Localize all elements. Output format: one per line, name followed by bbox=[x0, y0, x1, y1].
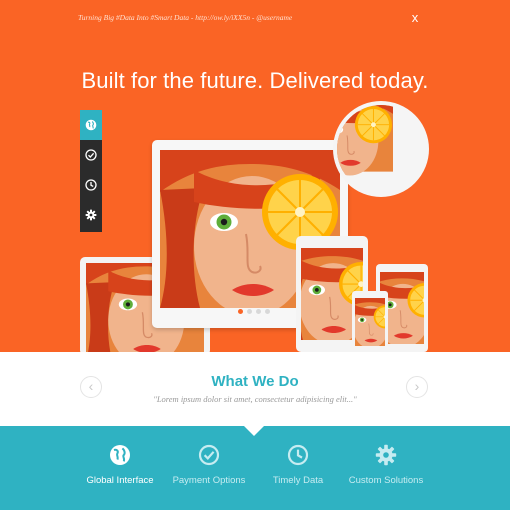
what-we-do-section: ‹ What We Do "Lorem ipsum dolor sit amet… bbox=[0, 352, 510, 426]
gear-icon bbox=[85, 209, 97, 221]
phone-screen-image bbox=[355, 298, 385, 346]
tab-custom-solutions[interactable]: Custom Solutions bbox=[331, 444, 441, 486]
clock-icon bbox=[85, 179, 97, 191]
dock-item-globe[interactable] bbox=[80, 110, 102, 140]
section-notch bbox=[244, 426, 264, 436]
tweet-text[interactable]: Turning Big #Data Into #Smart Data - htt… bbox=[78, 13, 292, 22]
tweet-bar: Turning Big #Data Into #Smart Data - htt… bbox=[0, 0, 510, 40]
phone-mockup bbox=[352, 291, 388, 352]
dock-item-gear[interactable] bbox=[80, 200, 102, 230]
dock-item-clock[interactable] bbox=[80, 170, 102, 200]
hero-section: Turning Big #Data Into #Smart Data - htt… bbox=[0, 0, 510, 352]
slider-dot[interactable] bbox=[238, 309, 243, 314]
gear-icon bbox=[375, 444, 397, 466]
section-title: What We Do bbox=[211, 373, 299, 390]
section-subtitle: "Lorem ipsum dolor sit amet, consectetur… bbox=[153, 394, 357, 404]
globe-icon bbox=[110, 445, 130, 465]
hero-headline: Built for the future. Delivered today. bbox=[81, 68, 429, 93]
slider-dot[interactable] bbox=[247, 309, 252, 314]
next-arrow-button[interactable]: › bbox=[406, 376, 428, 398]
icon-dock bbox=[80, 110, 102, 232]
check-circle-icon bbox=[198, 444, 220, 466]
check-circle-icon bbox=[85, 149, 97, 161]
close-icon[interactable]: x bbox=[408, 10, 422, 26]
dock-item-check[interactable] bbox=[80, 140, 102, 170]
slider-dot[interactable] bbox=[265, 309, 270, 314]
tab-label: Custom Solutions bbox=[348, 475, 424, 486]
slider-dot[interactable] bbox=[256, 309, 261, 314]
feature-tab-bar: Global Interface Payment Options Timely … bbox=[0, 426, 510, 510]
magnifier-circle bbox=[333, 101, 429, 197]
slider-pagination bbox=[238, 309, 270, 314]
globe-icon bbox=[85, 119, 97, 131]
clock-icon bbox=[287, 444, 309, 466]
